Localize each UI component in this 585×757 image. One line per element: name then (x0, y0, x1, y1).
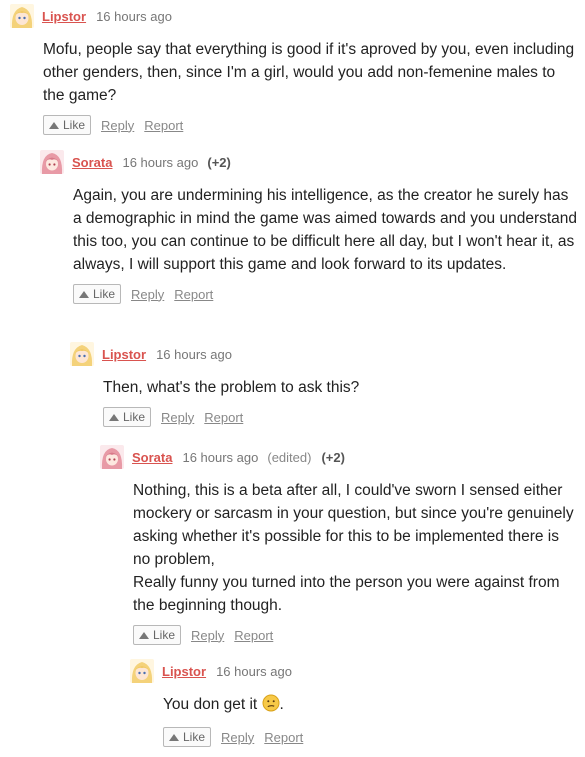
reply-link[interactable]: Reply (191, 628, 224, 643)
like-label: Like (153, 628, 176, 642)
like-button[interactable]: Like (73, 284, 122, 304)
report-link[interactable]: Report (144, 118, 183, 133)
reply-link[interactable]: Reply (161, 410, 194, 425)
avatar-lipstor[interactable] (70, 342, 94, 366)
comment-actions: Like Reply Report (43, 115, 580, 135)
report-link[interactable]: Report (204, 410, 243, 425)
comment-body: Again, you are undermining his intellige… (73, 184, 580, 276)
comment-text: You don get it . (163, 693, 580, 719)
like-label: Like (93, 287, 116, 301)
author-name[interactable]: Sorata (132, 450, 172, 465)
comment-actions: Like Reply Report (73, 284, 580, 304)
score-badge: (+2) (321, 449, 345, 465)
comment-reply: Sorata 16 hours ago (+2) Again, you are … (40, 150, 580, 304)
like-label: Like (123, 410, 146, 424)
report-link[interactable]: Report (234, 628, 273, 643)
comment-body: Nothing, this is a beta after all, I cou… (133, 479, 580, 617)
comment-body: You don get it . (163, 693, 580, 719)
like-label: Like (63, 118, 86, 132)
avatar-lipstor[interactable] (130, 659, 154, 683)
comment-reply: Sorata 16 hours ago (edited) (+2) Nothin… (100, 445, 580, 645)
comment-actions: Like Reply Report (163, 727, 580, 747)
comment-actions: Like Reply Report (103, 407, 580, 427)
comment-body: Mofu, people say that everything is good… (43, 38, 580, 107)
comment-thread: Lipstor 16 hours ago Mofu, people say th… (0, 0, 585, 757)
avatar-lipstor[interactable] (10, 4, 34, 28)
comment-reply: Lipstor 16 hours ago Then, what's the pr… (70, 342, 580, 427)
timestamp: 16 hours ago (182, 449, 259, 465)
like-button[interactable]: Like (103, 407, 152, 427)
upvote-icon (109, 413, 119, 421)
comment: Lipstor 16 hours ago Mofu, people say th… (10, 4, 580, 135)
timestamp: 16 hours ago (156, 346, 232, 362)
reply-link[interactable]: Reply (101, 118, 134, 133)
confused-face-emoji-icon (262, 694, 280, 719)
comment-reply: Lipstor 16 hours ago You don get it . Li… (130, 659, 580, 747)
timestamp: 16 hours ago (216, 663, 292, 679)
comment-text: Nothing, this is a beta after all, I cou… (133, 482, 574, 568)
author-name[interactable]: Lipstor (102, 347, 146, 362)
reply-link[interactable]: Reply (131, 287, 164, 302)
timestamp: 16 hours ago (122, 154, 199, 170)
author-name[interactable]: Lipstor (162, 664, 206, 679)
report-link[interactable]: Report (174, 287, 213, 302)
comment-text-content: You don get it (163, 696, 258, 713)
upvote-icon (139, 631, 149, 639)
like-label: Like (183, 730, 206, 744)
report-link[interactable]: Report (264, 730, 303, 745)
author-name[interactable]: Sorata (72, 155, 112, 170)
reply-link[interactable]: Reply (221, 730, 254, 745)
author-name[interactable]: Lipstor (42, 9, 86, 24)
comment-text: Really funny you turned into the person … (133, 574, 560, 614)
comment-text: Again, you are undermining his intellige… (73, 187, 578, 273)
comment-text: Then, what's the problem to ask this? (103, 379, 360, 396)
edited-marker: (edited) (267, 449, 312, 465)
like-button[interactable]: Like (43, 115, 92, 135)
avatar-sorata[interactable] (100, 445, 124, 469)
comment-text: Mofu, people say that everything is good… (43, 41, 575, 104)
avatar-sorata[interactable] (40, 150, 64, 174)
like-button[interactable]: Like (133, 625, 182, 645)
timestamp: 16 hours ago (96, 8, 172, 24)
upvote-icon (79, 290, 89, 298)
comment-body: Then, what's the problem to ask this? (103, 376, 580, 399)
comment-actions: Like Reply Report (133, 625, 580, 645)
like-button[interactable]: Like (163, 727, 212, 747)
score-badge: (+2) (207, 154, 231, 170)
upvote-icon (169, 733, 179, 741)
upvote-icon (49, 121, 59, 129)
comment-trailing-text: . (279, 696, 284, 713)
